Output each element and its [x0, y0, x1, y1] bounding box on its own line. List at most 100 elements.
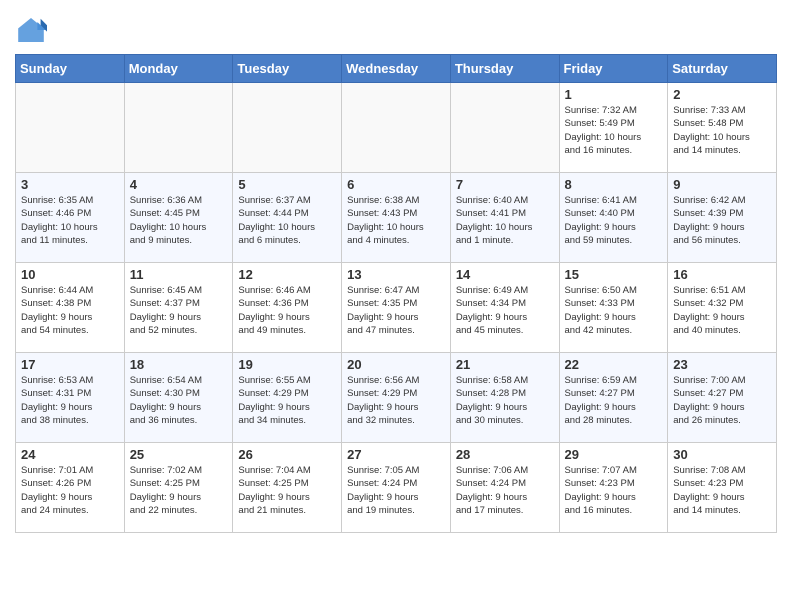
calendar-cell: 5 Sunrise: 6:37 AM Sunset: 4:44 PM Daylig… [233, 173, 342, 263]
header [15, 10, 777, 46]
calendar-cell: 20 Sunrise: 6:56 AM Sunset: 4:29 PM Dayli… [342, 353, 451, 443]
day-number: 8 [565, 177, 663, 192]
calendar-cell: 30 Sunrise: 7:08 AM Sunset: 4:23 PM Dayli… [668, 443, 777, 533]
calendar-cell: 11Sunrise: 6:45 AM Sunset: 4:37 PM Dayli… [124, 263, 233, 353]
calendar-cell: 9 Sunrise: 6:42 AM Sunset: 4:39 PM Daylig… [668, 173, 777, 263]
day-number: 23 [673, 357, 771, 372]
calendar-cell: 21 Sunrise: 6:58 AM Sunset: 4:28 PM Dayli… [450, 353, 559, 443]
day-number: 25 [130, 447, 228, 462]
column-header-saturday: Saturday [668, 55, 777, 83]
day-number: 7 [456, 177, 554, 192]
day-info: Sunrise: 6:56 AM Sunset: 4:29 PM Dayligh… [347, 374, 445, 427]
day-info: Sunrise: 6:35 AM Sunset: 4:46 PM Dayligh… [21, 194, 119, 247]
column-header-friday: Friday [559, 55, 668, 83]
column-header-tuesday: Tuesday [233, 55, 342, 83]
calendar-cell: 7 Sunrise: 6:40 AM Sunset: 4:41 PM Daylig… [450, 173, 559, 263]
calendar-cell [16, 83, 125, 173]
day-number: 22 [565, 357, 663, 372]
calendar-cell: 19 Sunrise: 6:55 AM Sunset: 4:29 PM Dayli… [233, 353, 342, 443]
day-number: 4 [130, 177, 228, 192]
calendar-week-2: 3 Sunrise: 6:35 AM Sunset: 4:46 PM Daylig… [16, 173, 777, 263]
calendar-cell: 15 Sunrise: 6:50 AM Sunset: 4:33 PM Dayli… [559, 263, 668, 353]
calendar-header-row: SundayMondayTuesdayWednesdayThursdayFrid… [16, 55, 777, 83]
day-info: Sunrise: 6:44 AM Sunset: 4:38 PM Dayligh… [21, 284, 119, 337]
day-number: 24 [21, 447, 119, 462]
calendar-cell [450, 83, 559, 173]
day-info: Sunrise: 7:01 AM Sunset: 4:26 PM Dayligh… [21, 464, 119, 517]
day-number: 26 [238, 447, 336, 462]
calendar-cell: 4 Sunrise: 6:36 AM Sunset: 4:45 PM Daylig… [124, 173, 233, 263]
calendar-cell: 25 Sunrise: 7:02 AM Sunset: 4:25 PM Dayli… [124, 443, 233, 533]
day-number: 3 [21, 177, 119, 192]
calendar-week-5: 24 Sunrise: 7:01 AM Sunset: 4:26 PM Dayli… [16, 443, 777, 533]
calendar-cell: 23 Sunrise: 7:00 AM Sunset: 4:27 PM Dayli… [668, 353, 777, 443]
day-number: 5 [238, 177, 336, 192]
day-number: 2 [673, 87, 771, 102]
day-number: 13 [347, 267, 445, 282]
day-number: 17 [21, 357, 119, 372]
day-number: 9 [673, 177, 771, 192]
day-number: 28 [456, 447, 554, 462]
calendar-cell [342, 83, 451, 173]
calendar-week-4: 17 Sunrise: 6:53 AM Sunset: 4:31 PM Dayli… [16, 353, 777, 443]
day-info: Sunrise: 7:07 AM Sunset: 4:23 PM Dayligh… [565, 464, 663, 517]
day-number: 18 [130, 357, 228, 372]
calendar-cell: 24 Sunrise: 7:01 AM Sunset: 4:26 PM Dayli… [16, 443, 125, 533]
calendar-cell: 10 Sunrise: 6:44 AM Sunset: 4:38 PM Dayli… [16, 263, 125, 353]
calendar-cell: 1 Sunrise: 7:32 AM Sunset: 5:49 PM Daylig… [559, 83, 668, 173]
day-number: 12 [238, 267, 336, 282]
calendar-cell: 27Sunrise: 7:05 AM Sunset: 4:24 PM Dayli… [342, 443, 451, 533]
column-header-sunday: Sunday [16, 55, 125, 83]
day-number: 10 [21, 267, 119, 282]
day-number: 29 [565, 447, 663, 462]
day-info: Sunrise: 6:53 AM Sunset: 4:31 PM Dayligh… [21, 374, 119, 427]
column-header-monday: Monday [124, 55, 233, 83]
calendar-cell [124, 83, 233, 173]
day-info: Sunrise: 7:33 AM Sunset: 5:48 PM Dayligh… [673, 104, 771, 157]
day-info: Sunrise: 6:42 AM Sunset: 4:39 PM Dayligh… [673, 194, 771, 247]
day-info: Sunrise: 6:37 AM Sunset: 4:44 PM Dayligh… [238, 194, 336, 247]
calendar-cell: 13 Sunrise: 6:47 AM Sunset: 4:35 PM Dayli… [342, 263, 451, 353]
day-info: Sunrise: 6:47 AM Sunset: 4:35 PM Dayligh… [347, 284, 445, 337]
day-info: Sunrise: 7:08 AM Sunset: 4:23 PM Dayligh… [673, 464, 771, 517]
day-info: Sunrise: 7:32 AM Sunset: 5:49 PM Dayligh… [565, 104, 663, 157]
day-number: 6 [347, 177, 445, 192]
day-number: 30 [673, 447, 771, 462]
day-info: Sunrise: 6:36 AM Sunset: 4:45 PM Dayligh… [130, 194, 228, 247]
calendar-cell: 14 Sunrise: 6:49 AM Sunset: 4:34 PM Dayli… [450, 263, 559, 353]
day-info: Sunrise: 6:41 AM Sunset: 4:40 PM Dayligh… [565, 194, 663, 247]
day-number: 1 [565, 87, 663, 102]
day-info: Sunrise: 7:06 AM Sunset: 4:24 PM Dayligh… [456, 464, 554, 517]
column-header-wednesday: Wednesday [342, 55, 451, 83]
calendar-week-1: 1 Sunrise: 7:32 AM Sunset: 5:49 PM Daylig… [16, 83, 777, 173]
calendar-cell: 26 Sunrise: 7:04 AM Sunset: 4:25 PM Dayli… [233, 443, 342, 533]
day-number: 15 [565, 267, 663, 282]
day-number: 20 [347, 357, 445, 372]
calendar-cell: 18 Sunrise: 6:54 AM Sunset: 4:30 PM Dayli… [124, 353, 233, 443]
day-number: 19 [238, 357, 336, 372]
logo-icon [15, 14, 47, 46]
day-number: 16 [673, 267, 771, 282]
day-number: 27 [347, 447, 445, 462]
day-number: 14 [456, 267, 554, 282]
day-info: Sunrise: 6:50 AM Sunset: 4:33 PM Dayligh… [565, 284, 663, 337]
day-info: Sunrise: 6:49 AM Sunset: 4:34 PM Dayligh… [456, 284, 554, 337]
day-info: Sunrise: 7:00 AM Sunset: 4:27 PM Dayligh… [673, 374, 771, 427]
calendar-cell: 28 Sunrise: 7:06 AM Sunset: 4:24 PM Dayli… [450, 443, 559, 533]
day-info: Sunrise: 6:58 AM Sunset: 4:28 PM Dayligh… [456, 374, 554, 427]
day-number: 11 [130, 267, 228, 282]
day-info: Sunrise: 6:55 AM Sunset: 4:29 PM Dayligh… [238, 374, 336, 427]
day-info: Sunrise: 6:54 AM Sunset: 4:30 PM Dayligh… [130, 374, 228, 427]
day-number: 21 [456, 357, 554, 372]
day-info: Sunrise: 7:04 AM Sunset: 4:25 PM Dayligh… [238, 464, 336, 517]
day-info: Sunrise: 6:46 AM Sunset: 4:36 PM Dayligh… [238, 284, 336, 337]
calendar-cell: 8 Sunrise: 6:41 AM Sunset: 4:40 PM Daylig… [559, 173, 668, 263]
calendar-cell: 6Sunrise: 6:38 AM Sunset: 4:43 PM Daylig… [342, 173, 451, 263]
calendar-week-3: 10 Sunrise: 6:44 AM Sunset: 4:38 PM Dayli… [16, 263, 777, 353]
calendar-cell: 17 Sunrise: 6:53 AM Sunset: 4:31 PM Dayli… [16, 353, 125, 443]
day-info: Sunrise: 7:02 AM Sunset: 4:25 PM Dayligh… [130, 464, 228, 517]
calendar-cell: 3 Sunrise: 6:35 AM Sunset: 4:46 PM Daylig… [16, 173, 125, 263]
page: SundayMondayTuesdayWednesdayThursdayFrid… [0, 0, 792, 548]
calendar-cell [233, 83, 342, 173]
day-info: Sunrise: 6:40 AM Sunset: 4:41 PM Dayligh… [456, 194, 554, 247]
